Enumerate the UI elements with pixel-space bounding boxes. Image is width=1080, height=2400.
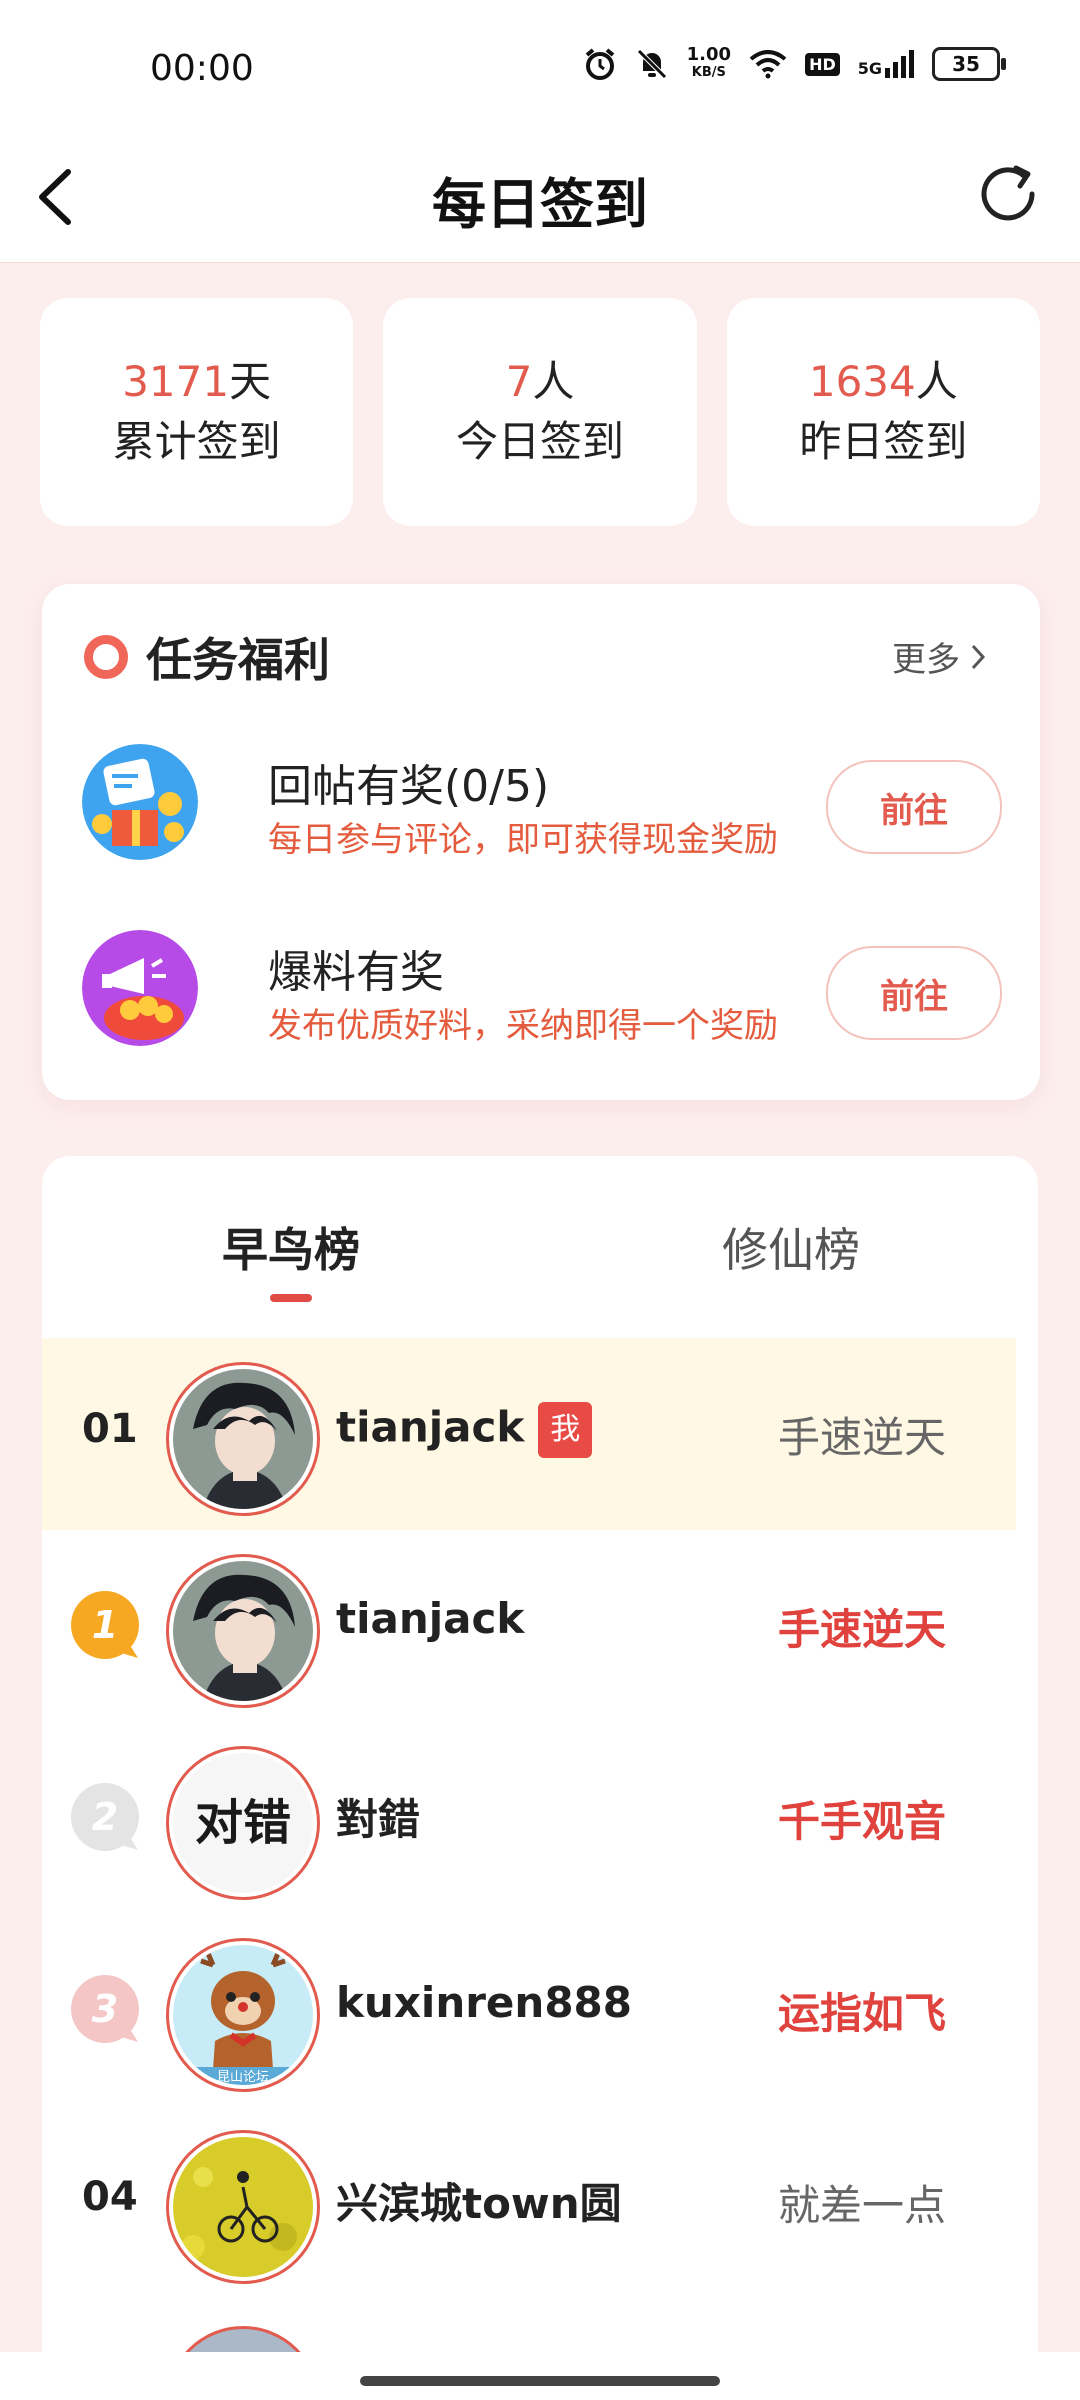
rank-number: 01 <box>82 1406 138 1452</box>
username: tianjack <box>336 1594 525 1643</box>
avatar: 昆山论坛 <box>166 1938 320 2092</box>
me-badge: 我 <box>538 1402 593 1458</box>
rank-number: 04 <box>82 2174 138 2220</box>
go-button[interactable]: 前往 <box>826 760 1002 854</box>
medal-number: 3 <box>92 1987 118 2031</box>
silver-medal-icon: 2 <box>71 1783 139 1851</box>
stat-unit: 天 <box>229 357 272 406</box>
calligraphy-avatar-image: 对错 <box>173 1753 313 1893</box>
rank-title: 就差一点 <box>777 2181 946 2230</box>
username-text: tianjack <box>336 1402 525 1452</box>
network-type: 5G <box>857 59 882 78</box>
megaphone-reward-icon <box>82 930 198 1046</box>
avatar: 对错 <box>166 1746 320 1900</box>
task-name: 爆料有奖 <box>268 947 444 998</box>
cyclist-field-avatar-image <box>173 2137 313 2277</box>
rank-title: 手速逆天 <box>777 1413 946 1462</box>
anime-avatar-image <box>173 1369 313 1509</box>
avatar <box>166 1362 320 1516</box>
battery-icon: 35 <box>932 47 1006 81</box>
status-bar: 00:00 1.00 KB/S HD 5G 35 <box>0 0 1080 140</box>
mute-bell-icon <box>636 49 667 79</box>
avatar-caption: 昆山论坛 <box>217 2070 269 2085</box>
stat-label: 昨日签到 <box>799 417 968 466</box>
task-benefits-card: 任务福利 更多 回帖有奖(0/5) 每日参与评论，即可获得现金奖励 前往 爆料有… <box>42 584 1040 1100</box>
stat-number: 3171 <box>122 357 230 406</box>
rank-title: 手速逆天 <box>777 1605 946 1654</box>
page-title: 每日签到 <box>432 173 648 236</box>
avatar-text: 对错 <box>195 1795 291 1851</box>
tab-indicator <box>270 1294 312 1302</box>
rank-row[interactable]: 3 昆山论坛 kuxinren888 运指如飞 <box>42 1914 1016 2106</box>
task-desc: 每日参与评论，即可获得现金奖励 <box>268 820 778 860</box>
rank-row[interactable]: 2 对错 對錯 千手观音 <box>42 1722 1016 1914</box>
avatar <box>166 2130 320 2284</box>
medal-number: 1 <box>92 1603 118 1647</box>
go-button[interactable]: 前往 <box>826 946 1002 1040</box>
status-icons: 1.00 KB/S HD 5G 35 <box>583 46 1006 82</box>
task-item-reply: 回帖有奖(0/5) 每日参与评论，即可获得现金奖励 前往 <box>82 744 1002 864</box>
stat-card-today: 7人 今日签到 <box>383 298 697 526</box>
anime-avatar-image <box>173 1561 313 1701</box>
chevron-right-icon <box>971 644 986 669</box>
tab-early-bird[interactable]: 早鸟榜 <box>222 1214 360 1280</box>
more-label: 更多 <box>892 640 960 680</box>
avatar <box>166 1554 320 1708</box>
stat-unit: 人 <box>915 357 958 406</box>
task-section-header: 任务福利 <box>84 624 330 690</box>
deer-mascot-avatar-image: 昆山论坛 <box>173 1945 313 2085</box>
alarm-icon <box>585 48 614 80</box>
stat-unit: 人 <box>532 357 575 406</box>
more-link[interactable]: 更多 <box>892 632 988 681</box>
signal-icon: 5G <box>858 50 914 78</box>
wifi-icon <box>749 50 787 79</box>
my-rank-row[interactable]: 01 tianjack 我 手速逆天 <box>42 1338 1016 1530</box>
username: 兴滨城town圆 <box>336 2179 622 2228</box>
medal-number: 2 <box>92 1795 118 1839</box>
stat-number: 7 <box>505 357 533 406</box>
rank-row[interactable]: 1 tianjack 手速逆天 <box>42 1530 1016 1722</box>
stat-label: 累计签到 <box>112 417 281 466</box>
nav-header: 每日签到 <box>0 140 1080 263</box>
task-desc: 发布优质好料，采纳即得一个奖励 <box>268 1006 778 1046</box>
bronze-medal-icon: 3 <box>71 1975 139 2043</box>
stat-label: 今日签到 <box>455 417 624 466</box>
rank-title: 千手观音 <box>777 1797 946 1846</box>
username: tianjack 我 <box>336 1402 593 1458</box>
tab-cultivation[interactable]: 修仙榜 <box>722 1214 860 1280</box>
leaderboard-card: 早鸟榜 修仙榜 01 tianjack 我 手速逆天 1 tianjack 手速… <box>42 1156 1038 2400</box>
stat-card-yesterday: 1634人 昨日签到 <box>726 298 1040 526</box>
section-dot-icon <box>84 635 128 679</box>
username: 對錯 <box>336 1795 421 1844</box>
net-speed-value: 1.00 <box>686 44 732 65</box>
home-indicator[interactable] <box>360 2376 720 2386</box>
stat-number: 1634 <box>808 357 916 406</box>
username: kuxinren888 <box>336 1978 632 2027</box>
stats-row: 3171天 累计签到 7人 今日签到 1634人 昨日签到 <box>40 298 1040 526</box>
refresh-icon[interactable] <box>972 158 1044 230</box>
net-speed-unit: KB/S <box>691 65 726 80</box>
reply-reward-icon <box>82 744 198 860</box>
rank-title: 运指如飞 <box>777 1989 946 2038</box>
gold-medal-icon: 1 <box>71 1591 139 1659</box>
rank-row[interactable]: 04 兴滨城town圆 就差一点 <box>42 2106 1016 2298</box>
status-time: 00:00 <box>150 48 254 89</box>
task-item-tipoff: 爆料有奖 发布优质好料，采纳即得一个奖励 前往 <box>82 930 1002 1050</box>
net-speed: 1.00 KB/S <box>687 46 731 82</box>
hd-badge: HD <box>805 52 840 76</box>
stat-card-total: 3171天 累计签到 <box>40 298 354 526</box>
task-name: 回帖有奖(0/5) <box>268 761 550 812</box>
task-section-title: 任务福利 <box>146 633 330 687</box>
